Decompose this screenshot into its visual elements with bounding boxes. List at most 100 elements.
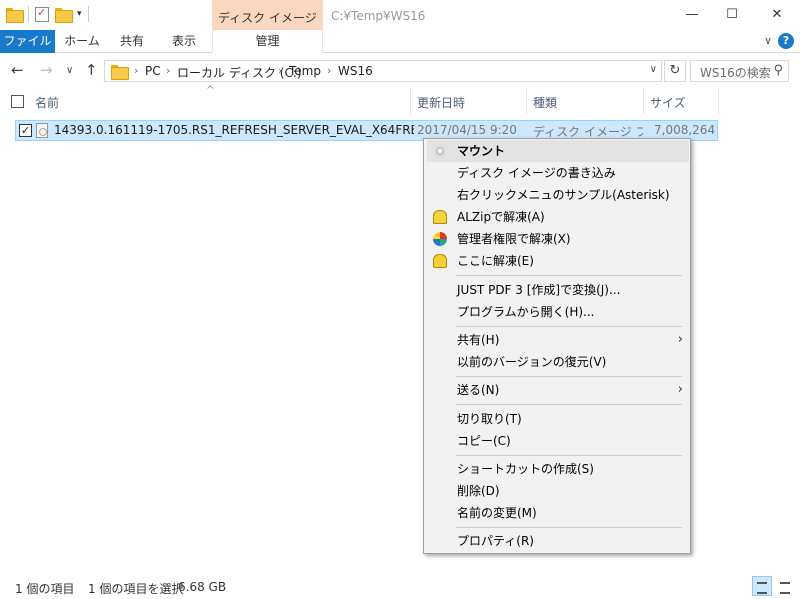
address-bar[interactable]: › PC › ローカル ディスク (C:) › Temp › WS16 ∨: [104, 60, 662, 82]
status-size: 6.68 GB: [178, 580, 227, 594]
recent-locations-icon[interactable]: ∨: [66, 65, 73, 76]
column-divider[interactable]: [718, 88, 719, 114]
column-modified[interactable]: 更新日時: [417, 94, 465, 111]
menu-item-properties[interactable]: プロパティ(R): [427, 530, 689, 552]
status-item-count: 1 個の項目: [15, 582, 75, 596]
menu-item-send-to[interactable]: 送る(N) ›: [427, 379, 689, 401]
refresh-icon[interactable]: ↻: [664, 60, 686, 82]
status-bar: 1 個の項目 1 個の項目を選択 6.68 GB: [0, 576, 800, 599]
search-input[interactable]: WS16の検索 ⚲: [690, 60, 789, 82]
menu-item-label: 共有(H): [457, 333, 500, 347]
forward-icon[interactable]: →: [40, 61, 53, 79]
tab-file[interactable]: ファイル: [0, 30, 55, 53]
minimize-button[interactable]: —: [672, 4, 712, 26]
menu-item-copy[interactable]: コピー(C): [427, 430, 689, 452]
column-divider[interactable]: [410, 88, 411, 114]
menu-item-label: 送る(N): [457, 383, 500, 397]
navigation-bar: ← → ∨ ↑ › PC › ローカル ディスク (C:) › Temp › W…: [0, 57, 800, 87]
menu-item-label: ディスク イメージの書き込み: [457, 166, 616, 180]
menu-item-restore-previous[interactable]: 以前のバージョンの復元(V): [427, 351, 689, 373]
select-all-checkbox[interactable]: [11, 95, 24, 108]
address-dropdown-icon[interactable]: ∨: [650, 64, 657, 75]
breadcrumb-temp[interactable]: Temp: [289, 64, 321, 78]
menu-item-open-with[interactable]: プログラムから開く(H)...: [427, 301, 689, 323]
menu-item-burn-disc-image[interactable]: ディスク イメージの書き込み: [427, 162, 689, 184]
menu-item-cut[interactable]: 切り取り(T): [427, 408, 689, 430]
search-placeholder: WS16の検索: [700, 66, 771, 80]
column-header-row: ^ 名前 更新日時 種類 サイズ: [0, 85, 800, 114]
large-icons-view-icon[interactable]: [775, 576, 795, 596]
menu-item-right-click-sample[interactable]: 右クリックメニュのサンプル(Asterisk): [427, 184, 689, 206]
menu-item-admin-extract[interactable]: 管理者権限で解凍(X): [427, 228, 689, 250]
title-bar: ▾ ディスク イメージ ツール C:¥Temp¥WS16 — ☐ ✕: [0, 0, 800, 42]
menu-separator: [456, 455, 682, 456]
menu-item-mount[interactable]: マウント: [427, 140, 689, 162]
submenu-arrow-icon: ›: [677, 332, 683, 347]
sort-ascending-icon: ^: [206, 85, 215, 96]
menu-item-label: 削除(D): [457, 484, 500, 498]
expand-ribbon-icon[interactable]: ∨: [764, 34, 772, 47]
menu-item-label: ショートカットの作成(S): [457, 462, 594, 476]
menu-item-label: 名前の変更(M): [457, 506, 537, 520]
disc-icon: [433, 144, 447, 158]
menu-item-label: 切り取り(T): [457, 412, 522, 426]
maximize-button[interactable]: ☐: [712, 4, 752, 26]
divider: [28, 6, 29, 22]
menu-item-share[interactable]: 共有(H) ›: [427, 329, 689, 351]
submenu-arrow-icon: ›: [677, 382, 683, 397]
column-divider[interactable]: [526, 88, 527, 114]
details-view-icon[interactable]: [752, 576, 772, 596]
breadcrumb-local-disk[interactable]: ローカル ディスク (C:): [177, 64, 302, 81]
menu-separator: [456, 275, 682, 276]
back-icon[interactable]: ←: [11, 61, 24, 79]
tab-home[interactable]: ホーム: [60, 30, 104, 53]
column-divider[interactable]: [643, 88, 644, 114]
properties-icon[interactable]: [35, 6, 49, 22]
breadcrumb-separator[interactable]: ›: [166, 64, 170, 77]
menu-item-extract-here[interactable]: ここに解凍(E): [427, 250, 689, 272]
window-title: C:¥Temp¥WS16: [331, 9, 426, 23]
menu-item-alzip-extract[interactable]: ALZipで解凍(A): [427, 206, 689, 228]
close-button[interactable]: ✕: [757, 4, 797, 26]
tab-share[interactable]: 共有: [112, 30, 152, 53]
admin-shield-icon: [433, 232, 447, 246]
menu-separator: [456, 376, 682, 377]
menu-item-label: ここに解凍(E): [457, 254, 534, 268]
folder-icon: [111, 65, 129, 80]
divider: [87, 6, 89, 22]
breadcrumb-ws16[interactable]: WS16: [338, 64, 373, 78]
breadcrumb-pc[interactable]: PC: [145, 64, 161, 78]
tab-manage[interactable]: 管理: [212, 30, 323, 53]
menu-item-label: プログラムから開く(H)...: [457, 305, 595, 319]
breadcrumb-separator[interactable]: ›: [134, 64, 138, 77]
row-checkbox[interactable]: ✓: [19, 124, 32, 137]
up-icon[interactable]: ↑: [85, 61, 98, 79]
menu-item-rename[interactable]: 名前の変更(M): [427, 502, 689, 524]
customize-qat-icon[interactable]: ▾: [77, 9, 82, 19]
column-size[interactable]: サイズ: [650, 94, 686, 111]
folder-icon: [6, 7, 24, 23]
menu-item-create-shortcut[interactable]: ショートカットの作成(S): [427, 458, 689, 480]
breadcrumb-separator[interactable]: ›: [278, 64, 282, 77]
alzip-icon: [433, 210, 447, 224]
menu-item-label: 以前のバージョンの復元(V): [457, 355, 607, 369]
breadcrumb-separator[interactable]: ›: [327, 64, 331, 77]
menu-separator: [456, 326, 682, 327]
column-name[interactable]: 名前: [35, 94, 59, 111]
new-folder-icon[interactable]: [55, 7, 73, 23]
menu-item-label: マウント: [457, 144, 506, 158]
menu-item-label: 管理者権限で解凍(X): [457, 232, 571, 246]
search-icon: ⚲: [773, 63, 783, 78]
menu-item-label: プロパティ(R): [457, 534, 534, 548]
file-modified: 2017/04/15 9:20: [417, 123, 517, 137]
menu-item-just-pdf[interactable]: JUST PDF 3 [作成]で変換(J)...: [427, 279, 689, 301]
alzip-icon: [433, 254, 447, 268]
context-menu: マウント ディスク イメージの書き込み 右クリックメニュのサンプル(Asteri…: [423, 138, 691, 554]
menu-item-delete[interactable]: 削除(D): [427, 480, 689, 502]
file-size: 7,008,264 ...: [654, 123, 718, 137]
column-type[interactable]: 種類: [533, 94, 557, 111]
tool-tab-header: ディスク イメージ ツール: [212, 0, 323, 42]
tab-view[interactable]: 表示: [162, 30, 206, 53]
menu-separator: [456, 527, 682, 528]
help-icon[interactable]: ?: [778, 33, 794, 49]
